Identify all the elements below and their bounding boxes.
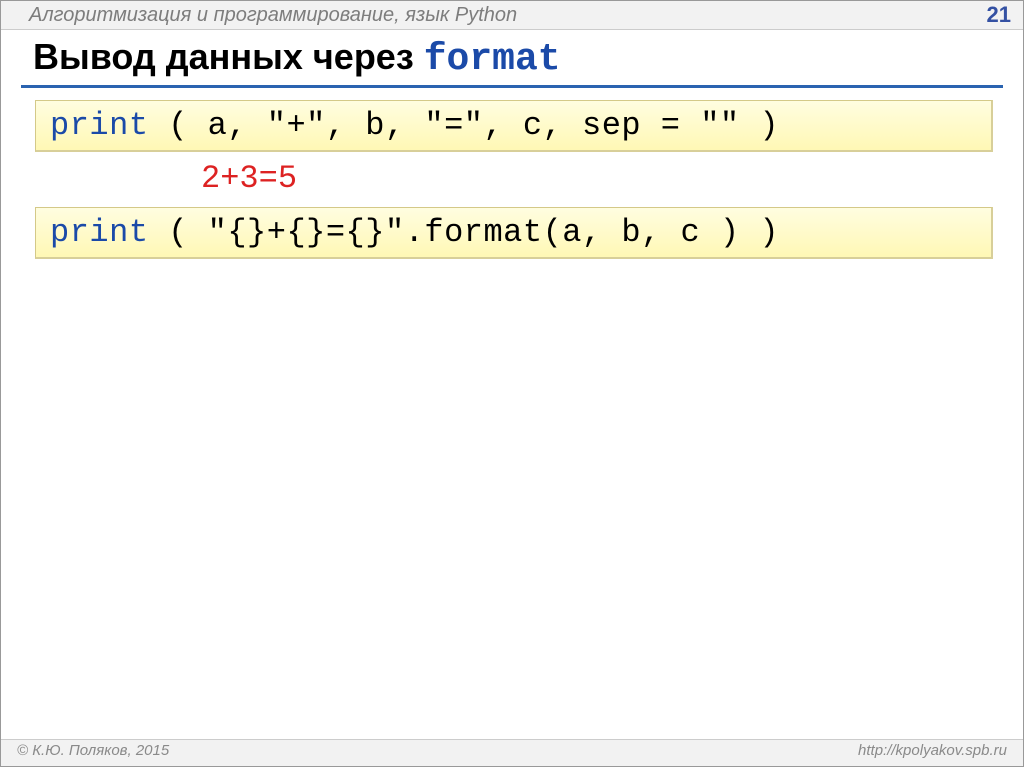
slide-footer: © К.Ю. Поляков, 2015 http://kpolyakov.sp… — [1, 739, 1023, 766]
code1-rest: ( a, "+", b, "=", c, sep = "" ) — [149, 107, 780, 144]
title-text: Вывод данных через — [33, 36, 424, 77]
slide-header: Алгоритмизация и программирование, язык … — [1, 1, 1023, 30]
code2-keyword: print — [50, 214, 149, 251]
code1-keyword: print — [50, 107, 149, 144]
code-block-1: print ( a, "+", b, "=", c, sep = "" ) — [35, 100, 993, 152]
title-row: Вывод данных через format — [1, 30, 1023, 83]
code-block-2: print ( "{}+{}={}".format(a, b, c ) ) — [35, 207, 993, 259]
code2-rest: ( "{}+{}={}".format(a, b, c ) ) — [149, 214, 780, 251]
footer-copyright: © К.Ю. Поляков, 2015 — [17, 742, 169, 759]
page-number: 21 — [987, 1, 1011, 29]
slide: Алгоритмизация и программирование, язык … — [0, 0, 1024, 767]
title-underline — [21, 85, 1003, 88]
footer-url: http://kpolyakov.spb.ru — [858, 742, 1007, 759]
title-code: format — [424, 38, 561, 81]
header-title: Алгоритмизация и программирование, язык … — [29, 4, 517, 26]
slide-title: Вывод данных через format — [33, 36, 561, 77]
output-text: 2+3=5 — [201, 160, 1023, 197]
